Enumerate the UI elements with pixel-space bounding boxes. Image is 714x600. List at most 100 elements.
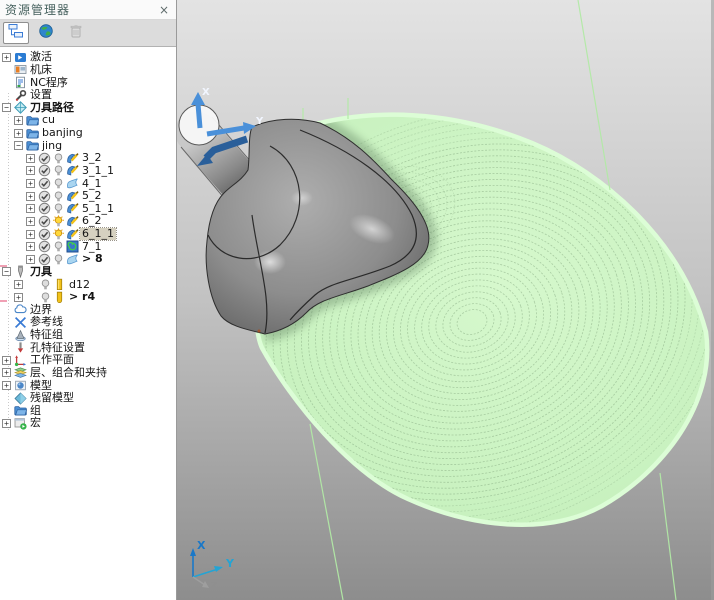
tree-item-label[interactable]: NC程序 [28,77,70,89]
expander-toggle-icon[interactable]: + [14,280,23,289]
visibility-bulb-icon[interactable] [52,202,65,215]
tree-item[interactable]: − 刀具 [0,266,176,279]
visibility-bulb-icon[interactable] [52,164,65,177]
tree-item-label[interactable]: 工作平面 [28,354,76,366]
expander-toggle-icon[interactable]: + [2,419,11,428]
tree-item-label[interactable]: 特征组 [28,329,65,341]
visibility-bulb-icon[interactable] [52,152,65,165]
expander-toggle-icon[interactable]: + [26,204,35,213]
tree-item-label[interactable]: 刀具 [28,266,54,278]
expander-toggle-icon[interactable]: − [14,141,23,150]
explorer-toolbar [0,20,176,47]
tree-item[interactable]: 孔特征设置 [0,341,176,354]
expander-toggle-icon[interactable]: + [14,293,23,302]
tree-item-label[interactable]: 5_2 [80,190,104,202]
expander-toggle-icon[interactable]: + [26,154,35,163]
tree-item[interactable]: +7_1 [0,240,176,253]
tree-item-label[interactable]: banjing [40,127,85,139]
tree-item[interactable]: + > 8 [0,253,176,266]
tree-item[interactable]: + 层、组合和夹持 [0,367,176,380]
expander-toggle-icon[interactable]: + [26,255,35,264]
tree-item-label[interactable]: 模型 [28,380,54,392]
tree-item-label[interactable]: 层、组合和夹持 [28,367,109,379]
tree-item-label[interactable]: 3_1_1 [80,165,116,177]
tree-item[interactable]: + 工作平面 [0,354,176,367]
tree-item[interactable]: +6_1_1 [0,228,176,241]
tree-item[interactable]: 机床 [0,64,176,77]
expander-toggle-icon[interactable]: + [14,129,23,138]
calculated-check-icon [38,240,51,253]
tree-item-label[interactable]: 残留模型 [28,392,76,404]
tree-item-label[interactable]: cu [40,114,57,126]
tree-item[interactable]: − 刀具路径 [0,102,176,115]
tree-item-label[interactable]: 3_2 [80,152,104,164]
tree-item[interactable]: +宏 [0,417,176,430]
expander-toggle-icon[interactable]: + [26,230,35,239]
expander-toggle-icon[interactable]: + [14,116,23,125]
expander-toggle-icon[interactable]: + [26,217,35,226]
visibility-bulb-icon[interactable] [52,177,65,190]
tree-item-label[interactable]: jing [40,140,64,152]
tree-item[interactable]: + d12 [0,278,176,291]
tree-item-label[interactable]: 激活 [28,51,54,63]
tree-item-label[interactable]: > r4 [67,291,97,303]
hierarchy-button[interactable] [3,22,29,44]
expander-toggle-icon[interactable]: + [26,179,35,188]
tree-item[interactable]: +5_2 [0,190,176,203]
tree-item[interactable]: +5_1_1 [0,203,176,216]
tree-item-label[interactable]: 6_1_1 [80,228,116,240]
expander-toggle-icon[interactable]: − [2,267,11,276]
expander-toggle-icon[interactable]: + [2,53,11,62]
visibility-bulb-icon[interactable] [39,291,52,304]
tree-item[interactable]: − jing [0,139,176,152]
tree-item[interactable]: + 激活 [0,51,176,64]
tree-item[interactable]: 边界 [0,304,176,317]
expander-toggle-icon[interactable]: + [2,368,11,377]
tree-item[interactable]: 参考线 [0,316,176,329]
tree-item[interactable]: +4_1 [0,177,176,190]
expander-toggle-icon[interactable]: + [26,166,35,175]
tree-item[interactable]: +3_1_1 [0,165,176,178]
visibility-bulb-icon[interactable] [52,240,65,253]
expander-toggle-icon[interactable]: − [2,103,11,112]
tree-item[interactable]: + > r4 [0,291,176,304]
tree-item-label[interactable]: 设置 [28,89,54,101]
close-icon[interactable]: × [157,3,171,17]
tree-item[interactable]: NC程序 [0,76,176,89]
tree-item[interactable]: + cu [0,114,176,127]
expander-toggle-icon[interactable]: + [2,381,11,390]
tree-item[interactable]: 残留模型 [0,392,176,405]
tree-item-label[interactable]: 4_1 [80,178,104,190]
visibility-bulb-icon[interactable] [52,215,65,228]
tree-item-label[interactable]: 参考线 [28,316,65,328]
visibility-bulb-icon[interactable] [52,228,65,241]
visibility-bulb-icon[interactable] [52,253,65,266]
tree-item[interactable]: 特征组 [0,329,176,342]
tree-item-label[interactable]: 组 [28,405,43,417]
tree-item-label[interactable]: 孔特征设置 [28,342,87,354]
tree-item-label[interactable]: 7_1 [80,241,104,253]
tree-item[interactable]: +3_2 [0,152,176,165]
tree-item-label[interactable]: d12 [67,279,92,291]
tree-item-label[interactable]: 宏 [28,417,43,429]
tree-item-label[interactable]: 边界 [28,304,54,316]
tree-item[interactable]: + 模型 [0,379,176,392]
tree-item-label[interactable]: 机床 [28,64,54,76]
tree-item[interactable]: + banjing [0,127,176,140]
tree-item-label[interactable]: 6_2 [80,215,104,227]
tree-item-label[interactable]: 5_1_1 [80,203,116,215]
globe-button[interactable] [33,22,59,44]
tree-item[interactable]: +6_2 [0,215,176,228]
expander-toggle-icon[interactable]: + [26,192,35,201]
expander-toggle-icon[interactable]: + [2,356,11,365]
visibility-bulb-icon[interactable] [52,190,65,203]
tree-item[interactable]: 组 [0,405,176,418]
tree-item-label[interactable]: > 8 [80,253,105,265]
tree-item[interactable]: 设置 [0,89,176,102]
visibility-bulb-icon[interactable] [39,278,52,291]
viewport-3d[interactable]: X Y X Y Z [177,0,714,600]
calculated-check-icon [38,164,51,177]
expander-toggle-icon[interactable]: + [26,242,35,251]
trash-button[interactable] [63,22,89,44]
tree-item-label[interactable]: 刀具路径 [28,102,76,114]
